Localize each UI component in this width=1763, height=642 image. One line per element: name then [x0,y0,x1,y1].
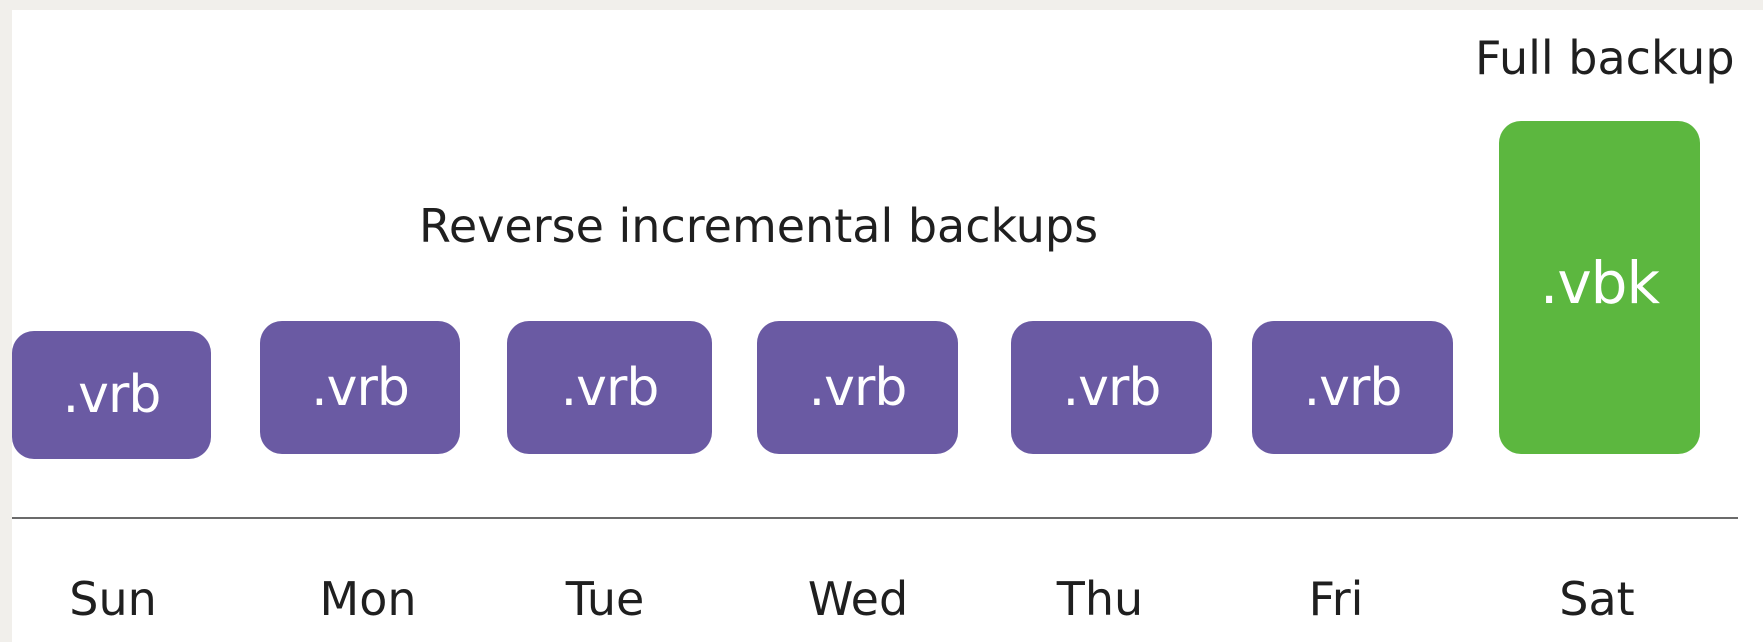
day-label-wed: Wed [807,572,909,626]
backup-file-vrb-mon: .vrb [260,321,460,454]
backup-file-vbk-sat: .vbk [1499,121,1700,454]
day-label-sun: Sun [69,572,157,626]
backup-file-vrb-fri: .vrb [1252,321,1453,454]
day-label-mon: Mon [319,572,417,626]
backup-file-vrb-sun: .vrb [12,331,211,459]
day-label-tue: Tue [565,572,645,626]
backup-chain-diagram: Full backup Reverse incremental backups … [12,10,1763,642]
reverse-incremental-label: Reverse incremental backups [419,199,1099,253]
backup-file-vrb-wed: .vrb [757,321,958,454]
day-label-fri: Fri [1308,572,1364,626]
day-label-thu: Thu [1056,572,1144,626]
timeline-divider [12,517,1738,519]
backup-file-vrb-thu: .vrb [1011,321,1212,454]
full-backup-label: Full backup [1475,31,1735,85]
backup-file-vrb-tue: .vrb [507,321,712,454]
day-label-sat: Sat [1559,572,1635,626]
